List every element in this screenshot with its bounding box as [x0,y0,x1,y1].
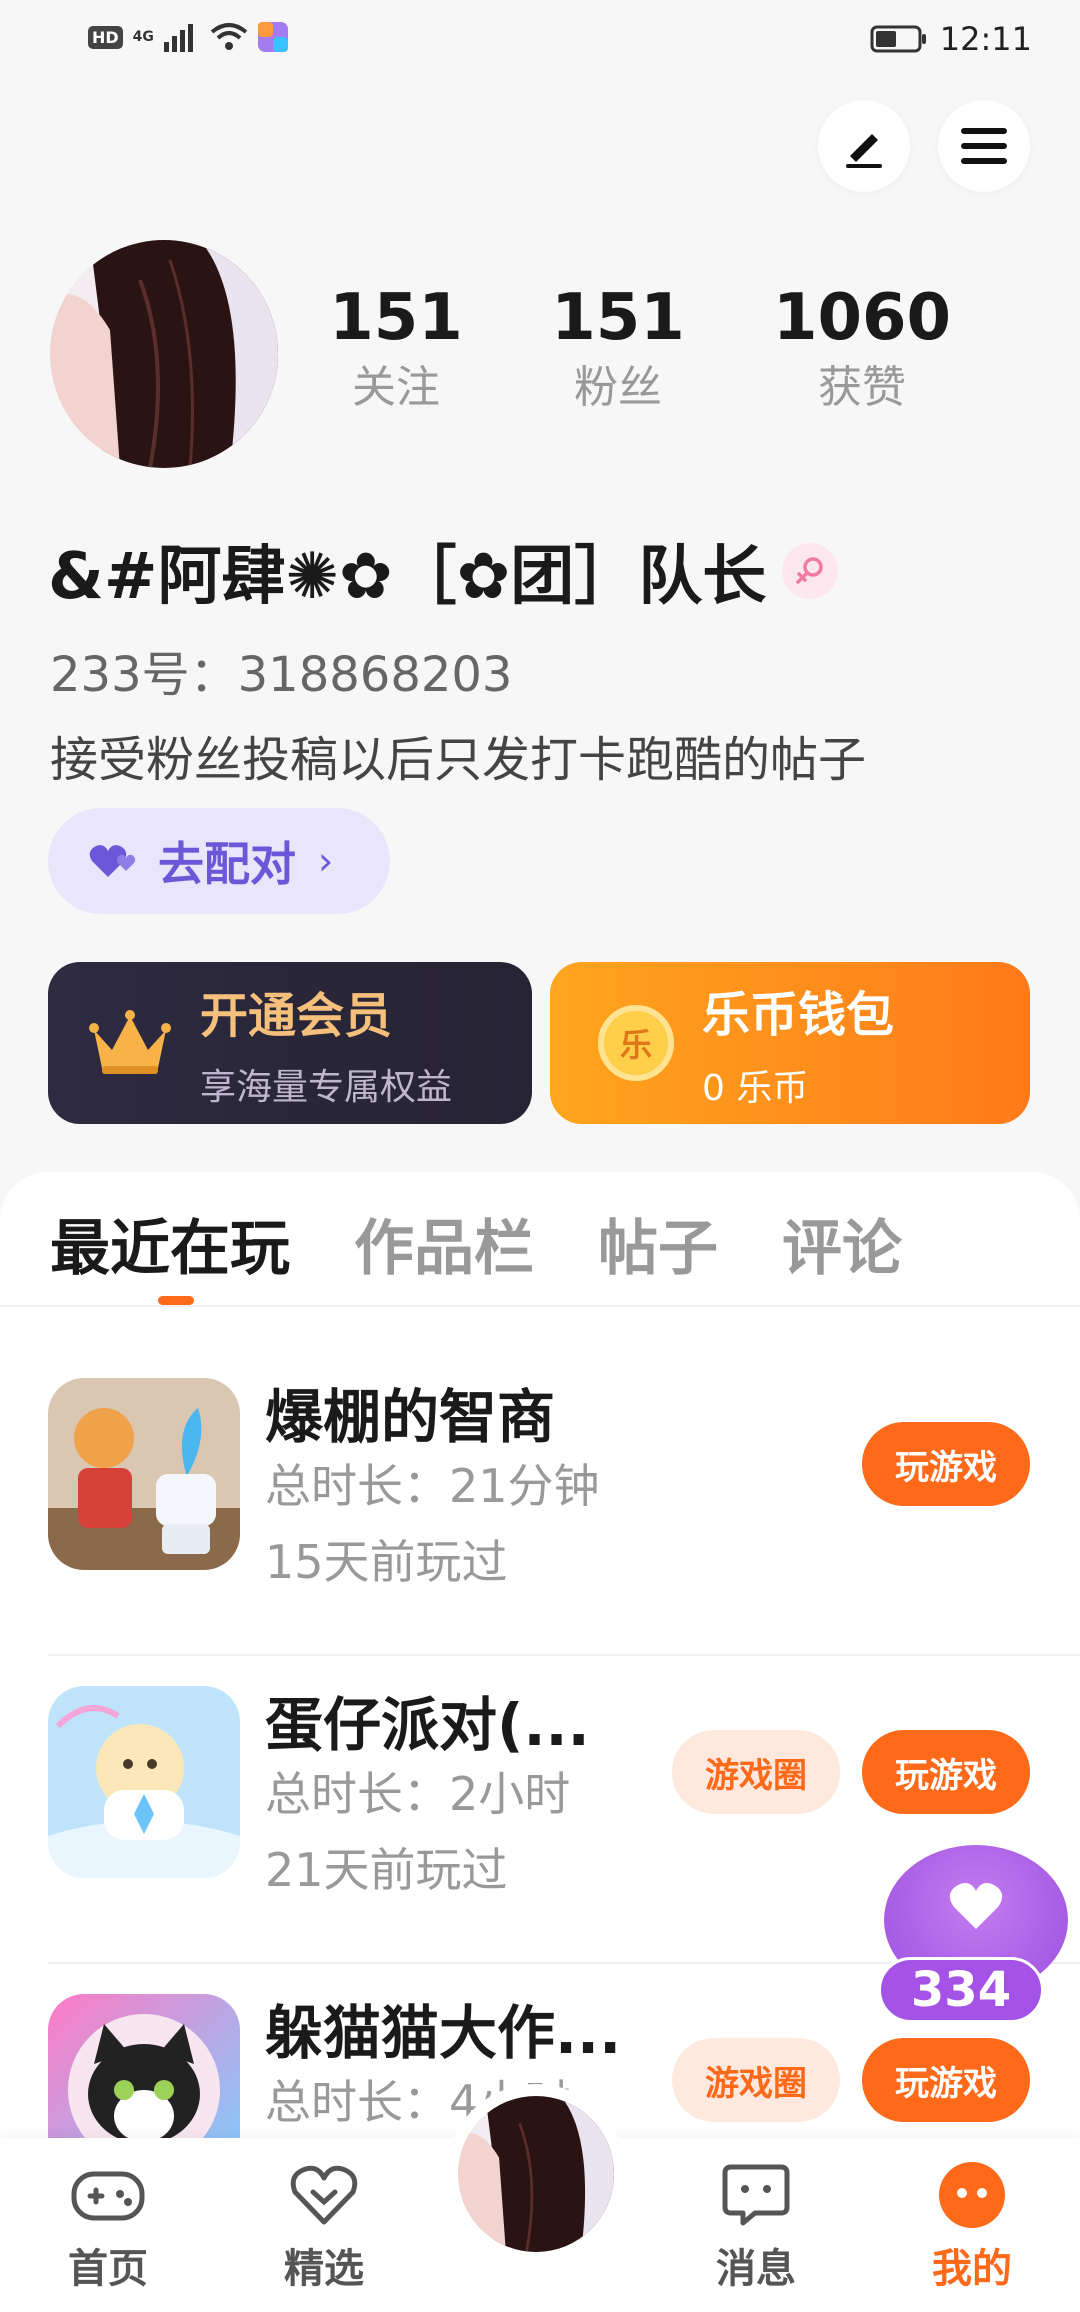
play-game-button[interactable]: 玩游戏 [862,2038,1030,2122]
match-button[interactable]: 去配对 › [48,808,390,914]
game-last-played: 21天前玩过 [265,1843,508,1897]
game-circle-button[interactable]: 游戏圈 [672,2038,840,2122]
nav-item-messages[interactable]: 消息 [686,2160,826,2294]
chevron-right-icon: › [318,839,334,883]
play-game-button[interactable]: 玩游戏 [862,1730,1030,1814]
status-left: HD 4G [88,22,288,52]
profile-tabs: 最近在玩 作品栏 帖子 评论 [50,1200,902,1287]
edit-profile-button[interactable] [818,100,910,192]
stat-label: 粉丝 [574,362,662,413]
nav-label: 我的 [932,2246,1012,2292]
vip-card[interactable]: 开通会员 享海量专属权益 [48,962,532,1124]
heart-gem-icon [254,2160,394,2230]
profile-page: HD 4G 12:11 151 关注 151 粉丝 1060 获赞 &#阿肆✺✿… [0,0,1080,2312]
game-name: 蛋仔派对(... [265,1691,590,1759]
coin-icon: 乐 [598,1005,674,1081]
nickname-row: &#阿肆✺✿［✿团］队长 [48,525,839,617]
wallet-text: 乐币钱包 0 乐币 [702,975,894,1111]
game-last-played: 15天前玩过 [265,1535,508,1589]
active-tab-indicator [158,1296,194,1305]
user-id: 233号：318868203 [50,647,513,703]
stat-value: 151 [551,281,685,355]
wifi-icon [210,23,248,50]
edit-pen-icon [846,134,882,168]
stat-likes[interactable]: 1060 获赞 [762,280,962,418]
tab-recent-play[interactable]: 最近在玩 [50,1200,290,1287]
profile-dots-icon [902,2160,1042,2230]
nav-label: 精选 [284,2246,364,2292]
nav-item-featured[interactable]: 精选 [254,2160,394,2294]
stat-value: 151 [329,281,463,355]
status-right: 12:11 [870,20,1032,58]
game-circle-button[interactable]: 游戏圈 [672,1730,840,1814]
match-label: 去配对 [158,837,296,891]
play-game-button[interactable]: 玩游戏 [862,1422,1030,1506]
game-name: 爆棚的智商 [265,1383,556,1451]
hd-badge: HD [88,25,123,49]
stat-following[interactable]: 151 关注 [296,280,496,418]
app-notification-icon [257,22,288,52]
coin-glyph: 乐 [619,1026,652,1064]
bio: 接受粉丝投稿以后只发打卡跑酷的帖子 [50,732,867,788]
network-label: 4G [132,29,154,45]
game-icon [48,1378,240,1570]
vip-title: 开通会员 [200,988,393,1044]
avatar-illustration [50,240,278,468]
like-count: 334 [878,1957,1044,2023]
chat-bubble-icon [686,2160,826,2230]
nav-item-me[interactable]: 我的 [902,2160,1042,2294]
heart-icon [949,1883,1003,1929]
signal-icon [163,24,193,52]
center-avatar-button[interactable] [446,2084,626,2264]
crown-icon [89,1010,171,1074]
hamburger-menu-icon [961,128,1007,164]
stat-label: 获赞 [818,362,906,413]
tab-works[interactable]: 作品栏 [354,1200,534,1287]
game-name: 躲猫猫大作... [265,1999,622,2067]
tab-comments[interactable]: 评论 [782,1200,902,1287]
game-play-time: 总时长：2小时 [265,1767,571,1821]
stat-value: 1060 [772,281,952,355]
clock: 12:11 [939,20,1032,58]
status-bar: HD 4G 12:11 [0,0,1080,80]
stat-label: 关注 [352,362,440,413]
wallet-balance: 0 乐币 [702,1068,809,1109]
vip-text: 开通会员 享海量专属权益 [200,976,452,1110]
game-row[interactable]: 爆棚的智商 总时长：21分钟 15天前玩过 玩游戏 [0,1348,1080,1656]
avatar[interactable] [50,240,278,468]
hearts-icon [89,845,136,877]
avatar [458,2096,614,2252]
wallet-card[interactable]: 乐 乐币钱包 0 乐币 [550,962,1030,1124]
nickname: &#阿肆✺✿［✿团］队长 [48,540,767,614]
nav-label: 首页 [68,2246,148,2292]
menu-button[interactable] [938,100,1030,192]
wallet-title: 乐币钱包 [702,987,895,1043]
nav-label: 消息 [716,2246,796,2292]
game-play-time: 总时长：21分钟 [265,1459,600,1513]
tab-posts[interactable]: 帖子 [598,1200,718,1287]
like-bubble[interactable]: 334 [878,1845,1068,2023]
gamepad-icon [38,2160,178,2230]
tabs-divider [0,1305,1080,1307]
nav-item-home[interactable]: 首页 [38,2160,178,2294]
stat-followers[interactable]: 151 粉丝 [518,280,718,418]
vip-subtitle: 享海量专属权益 [200,1067,453,1108]
game-icon [48,1686,240,1878]
battery-icon [870,25,926,53]
female-gender-icon [782,543,839,599]
